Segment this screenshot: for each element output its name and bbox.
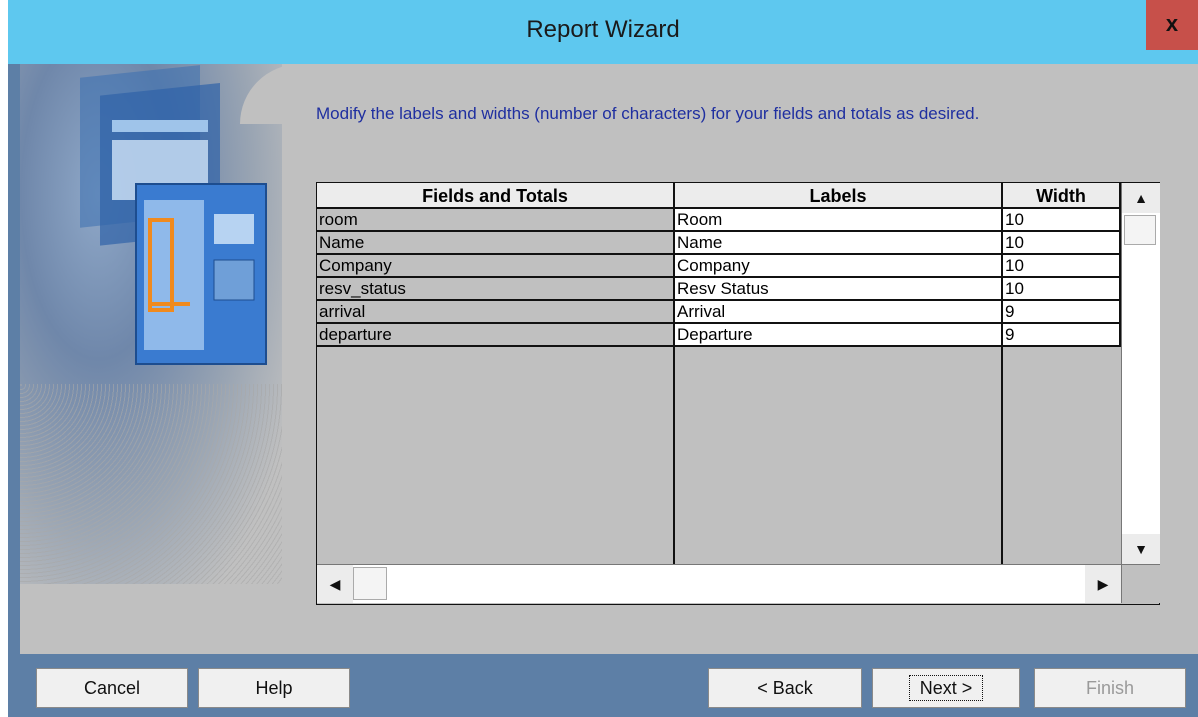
close-icon: x (1165, 11, 1179, 36)
field-cell: resv_status (317, 278, 675, 301)
scroll-up-button[interactable]: ▲ (1122, 183, 1160, 213)
column-header-width[interactable]: Width (1003, 183, 1121, 209)
horizontal-scroll-thumb[interactable] (353, 567, 387, 600)
scrollbar-corner (1121, 564, 1160, 603)
label-input[interactable]: Name (675, 232, 1003, 255)
scroll-right-button[interactable]: ▶ (1085, 565, 1121, 603)
title-bar[interactable]: Report Wizard x (8, 0, 1198, 64)
field-cell: departure (317, 324, 675, 347)
finish-button[interactable]: Finish (1034, 668, 1186, 708)
label-input[interactable]: Room (675, 209, 1003, 232)
field-cell: Company (317, 255, 675, 278)
width-input[interactable]: 10 (1003, 278, 1121, 301)
vertical-scrollbar[interactable]: ▲ ▼ (1121, 183, 1160, 564)
back-button[interactable]: < Back (708, 668, 862, 708)
scroll-down-button[interactable]: ▼ (1122, 534, 1160, 564)
scroll-left-arrow-icon: ◀ (329, 576, 341, 592)
column-header-labels[interactable]: Labels (675, 183, 1003, 209)
scroll-left-button[interactable]: ◀ (317, 565, 353, 603)
next-button-label: Next > (908, 675, 984, 701)
wizard-content: Modify the labels and widths (number of … (20, 64, 1198, 654)
column-header-fields[interactable]: Fields and Totals (317, 183, 675, 209)
width-input[interactable]: 10 (1003, 209, 1121, 232)
close-button[interactable]: x (1146, 0, 1198, 50)
field-cell: room (317, 209, 675, 232)
horizontal-scrollbar[interactable]: ◀ ▶ (317, 564, 1121, 603)
column-divider (673, 209, 675, 564)
label-input[interactable]: Departure (675, 324, 1003, 347)
scroll-right-arrow-icon: ▶ (1097, 576, 1109, 592)
field-cell: arrival (317, 301, 675, 324)
wizard-illustration (20, 64, 282, 584)
report-wizard-window: Report Wizard x Modify the labels and wi… (8, 0, 1198, 717)
instruction-text: Modify the labels and widths (number of … (316, 104, 980, 123)
next-button[interactable]: Next > (872, 668, 1020, 708)
fields-grid[interactable]: Fields and Totals Labels Width room Room… (316, 182, 1160, 605)
width-input[interactable]: 10 (1003, 255, 1121, 278)
column-divider (1001, 209, 1003, 564)
help-button[interactable]: Help (198, 668, 350, 708)
field-cell: Name (317, 232, 675, 255)
width-input[interactable]: 9 (1003, 324, 1121, 347)
label-input[interactable]: Resv Status (675, 278, 1003, 301)
vertical-scroll-thumb[interactable] (1124, 215, 1156, 245)
cancel-button[interactable]: Cancel (36, 668, 188, 708)
scroll-down-arrow-icon: ▼ (1134, 541, 1148, 557)
scroll-up-arrow-icon: ▲ (1134, 190, 1148, 206)
window-title: Report Wizard (526, 16, 680, 43)
width-input[interactable]: 9 (1003, 301, 1121, 324)
width-input[interactable]: 10 (1003, 232, 1121, 255)
label-input[interactable]: Arrival (675, 301, 1003, 324)
label-input[interactable]: Company (675, 255, 1003, 278)
